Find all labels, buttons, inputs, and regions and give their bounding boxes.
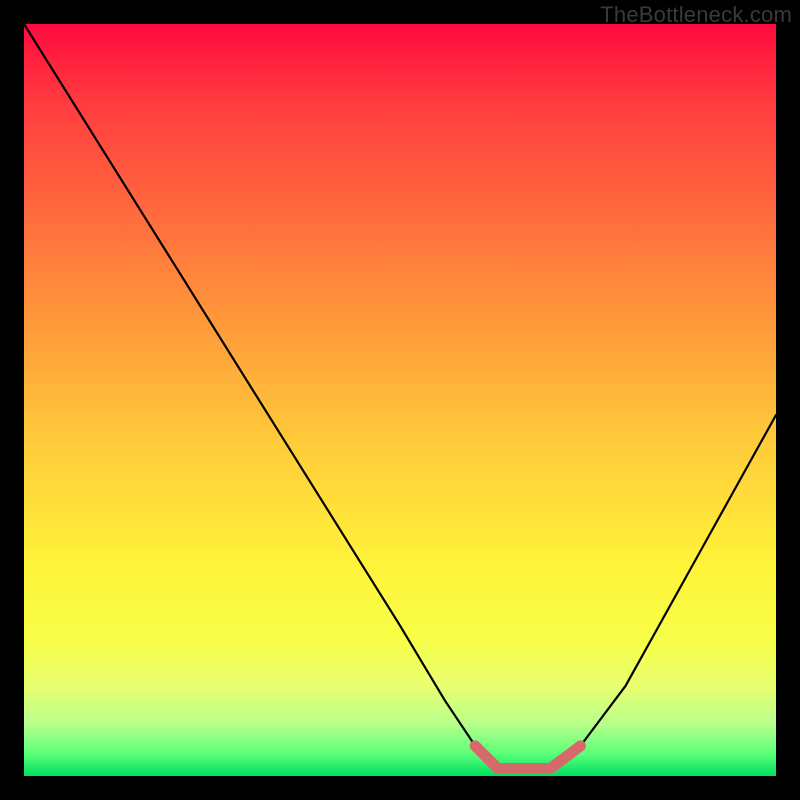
plot-svg [24, 24, 776, 776]
plot-frame [24, 24, 776, 776]
bottleneck-curve [24, 24, 776, 769]
optimal-range-highlight [475, 746, 580, 769]
watermark-text: TheBottleneck.com [600, 2, 792, 28]
